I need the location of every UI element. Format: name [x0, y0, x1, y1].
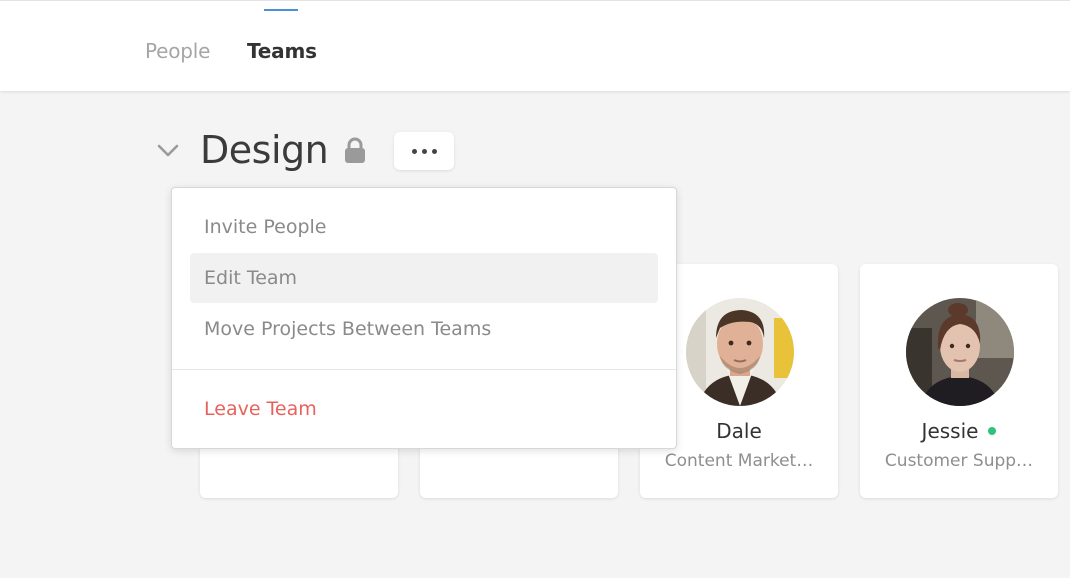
- active-section-indicator: [264, 9, 298, 11]
- menu-item-edit-team[interactable]: Edit Team: [190, 253, 658, 303]
- online-status-icon: [988, 427, 997, 435]
- team-title: Design: [200, 128, 329, 172]
- tab-teams[interactable]: Teams: [247, 39, 317, 63]
- top-navigation-bar: People Teams: [0, 0, 1070, 91]
- member-card[interactable]: Jessie Customer Supp…: [860, 264, 1058, 498]
- menu-item-invite-people[interactable]: Invite People: [190, 202, 658, 252]
- chevron-down-icon[interactable]: [154, 138, 182, 162]
- lock-icon: [342, 136, 368, 166]
- member-role: Content Market…: [664, 451, 814, 471]
- menu-item-leave-team[interactable]: Leave Team: [190, 384, 658, 434]
- more-options-button[interactable]: [394, 132, 454, 170]
- more-horizontal-icon: [411, 148, 417, 154]
- avatar: [686, 298, 794, 406]
- avatar: [906, 298, 1014, 406]
- tab-people[interactable]: People: [145, 39, 210, 63]
- menu-divider: [172, 369, 676, 370]
- team-options-menu: Invite People Edit Team Move Projects Be…: [171, 187, 677, 449]
- menu-item-move-projects[interactable]: Move Projects Between Teams: [190, 304, 658, 354]
- member-role: Customer Supp…: [884, 451, 1034, 471]
- member-name: Jessie: [860, 419, 1058, 443]
